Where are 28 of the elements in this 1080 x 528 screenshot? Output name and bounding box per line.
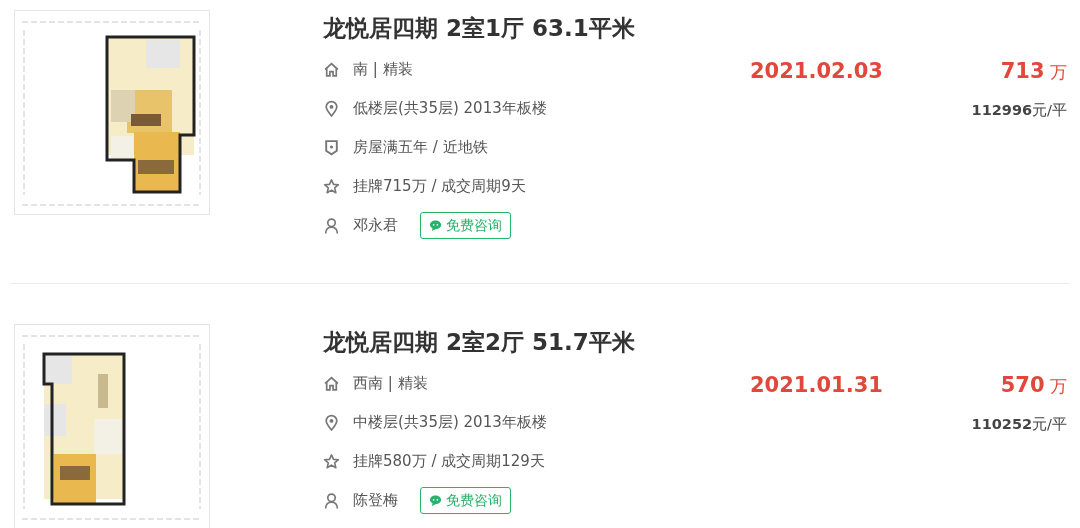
chat-bubble-icon [429, 494, 442, 507]
unit-price: 110252元/平 [970, 415, 1067, 434]
deal-date: 2021.02.03 [750, 58, 883, 85]
person-icon [323, 492, 340, 509]
shield-icon [323, 139, 340, 156]
listing-title[interactable]: 龙悦居四期 2室1厅 63.1平米 [323, 12, 1070, 44]
detail-text: 房屋满五年 / 近地铁 [353, 138, 488, 157]
agent-name: 邓永君 [353, 216, 398, 235]
detail-text: 挂牌580万 / 成交周期129天 [353, 452, 545, 471]
detail-text: 挂牌715万 / 成交周期9天 [353, 177, 526, 196]
location-pin-icon [323, 414, 340, 431]
person-icon [323, 217, 340, 234]
total-price: 570 万 [1000, 372, 1067, 399]
detail-text: 南 | 精装 [353, 60, 413, 79]
location-pin-icon [323, 100, 340, 117]
detail-text: 低楼层(共35层) 2013年板楼 [353, 99, 547, 118]
total-price: 713 万 [1000, 58, 1067, 85]
chat-bubble-icon [429, 219, 442, 232]
house-icon [323, 375, 340, 392]
agent-name: 陈登梅 [353, 491, 398, 510]
detail-text: 中楼层(共35层) 2013年板楼 [353, 413, 547, 432]
house-icon [323, 61, 340, 78]
star-icon [323, 178, 340, 195]
listing-title[interactable]: 龙悦居四期 2室2厅 51.7平米 [323, 326, 1070, 358]
unit-price: 112996元/平 [970, 101, 1067, 120]
star-icon [323, 453, 340, 470]
deal-date: 2021.01.31 [750, 372, 883, 399]
detail-text: 西南 | 精装 [353, 374, 428, 393]
